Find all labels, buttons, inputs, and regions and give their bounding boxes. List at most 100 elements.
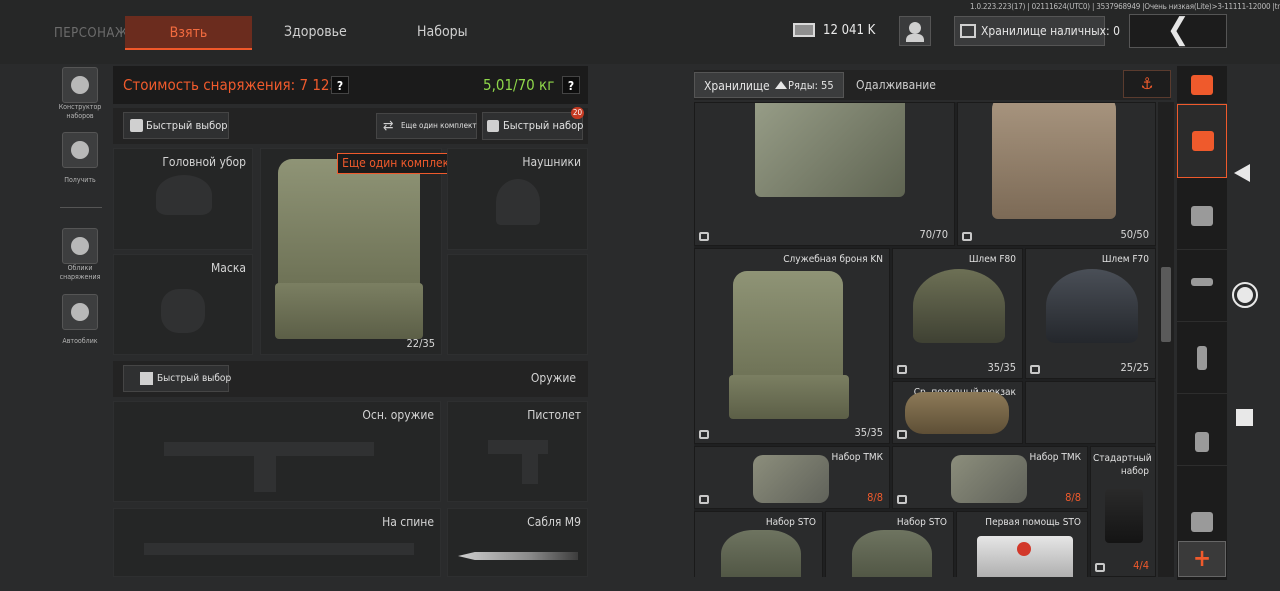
kit-builder-button[interactable] — [62, 67, 98, 103]
rifle-mag-placeholder — [254, 456, 276, 492]
quick-select-button[interactable]: Быстрый выбор — [123, 112, 229, 139]
storage-item[interactable]: 50/50 — [957, 102, 1156, 246]
rifle-placeholder-icon — [164, 442, 374, 456]
android-recents-icon[interactable] — [1236, 409, 1253, 426]
weapons-quick-select-button[interactable]: Быстрый выбор — [123, 365, 232, 392]
item-count: 35/35 — [987, 361, 1016, 374]
weapons-quick-select-label: Быстрый выбор — [157, 373, 232, 384]
item-image — [913, 269, 1005, 343]
category-all[interactable] — [1177, 66, 1227, 104]
storage-tab[interactable]: Хранилище Ряды: 55 — [694, 72, 844, 98]
slot-armor[interactable]: 22/35 — [260, 148, 442, 355]
slot-back-label: На спине — [382, 515, 434, 529]
category-weapons[interactable] — [1177, 252, 1227, 322]
gear-skins-label: Облики снаряжения — [59, 264, 101, 281]
auto-skin-label: Автооблик — [62, 337, 98, 345]
add-button[interactable]: + — [1178, 541, 1226, 577]
slot-headwear-label: Головной убор — [162, 155, 246, 169]
item-name: Шлем F80 — [968, 254, 1016, 265]
tab-take[interactable]: Взять — [125, 16, 252, 50]
item-box-icon — [897, 495, 907, 504]
item-image — [733, 271, 843, 383]
gear-skins-icon — [71, 237, 89, 255]
person-icon — [909, 22, 921, 34]
item-name: Набор STO — [765, 517, 816, 528]
sort-button[interactable]: ⚓ — [1123, 70, 1171, 98]
storage-item[interactable]: Шлем F70 25/25 — [1025, 248, 1156, 379]
weight-help-icon[interactable]: ? — [562, 76, 580, 94]
category-vest[interactable] — [1177, 180, 1227, 250]
armor-durability: 22/35 — [406, 337, 435, 350]
storage-item[interactable]: Служебная броня KN 35/35 — [694, 248, 890, 444]
category-ammo[interactable] — [1177, 324, 1227, 394]
another-kit-button[interactable]: ⇄ Еще один комплект — [376, 113, 477, 139]
storage-item[interactable]: Первая помощь STO — [956, 511, 1088, 577]
scroll-thumb[interactable] — [1161, 267, 1171, 342]
rifle-icon — [1191, 278, 1213, 286]
storage-item[interactable]: Шлем F80 35/35 — [892, 248, 1023, 379]
quick-kit-label: Быстрый набор — [503, 119, 584, 132]
category-medical[interactable] — [1177, 396, 1227, 466]
category-armor[interactable] — [1177, 104, 1227, 178]
android-back-icon[interactable] — [1234, 164, 1250, 182]
storage-scrollbar[interactable] — [1158, 102, 1174, 577]
slot-back[interactable]: На спине — [113, 508, 441, 577]
quick-kit-badge: 20 — [571, 107, 584, 119]
version-info: 1.0.223.223(17) | 02111624(UTC0) | 35379… — [970, 2, 1280, 11]
gear-skins-button[interactable] — [62, 228, 98, 264]
item-image-belt — [729, 375, 849, 419]
kit-builder-label: Конструктор наборов — [58, 103, 102, 120]
receive-button[interactable] — [62, 132, 98, 168]
storage-empty — [1025, 381, 1156, 444]
auto-skin-button[interactable] — [62, 294, 98, 330]
item-box-icon — [897, 365, 907, 374]
slot-primary-weapon[interactable]: Осн. оружие — [113, 401, 441, 502]
slot-mask[interactable]: Маска — [113, 254, 253, 355]
storage-item[interactable]: Стадартный набор 4/4 — [1090, 446, 1156, 577]
another-kit-tooltip: Еще один комплект. — [337, 153, 464, 174]
tab-kits[interactable]: Наборы — [417, 24, 468, 40]
item-image — [951, 455, 1027, 503]
item-image — [992, 103, 1116, 219]
item-image — [852, 530, 932, 577]
storage-header: Хранилище Ряды: 55 Одалживание — [694, 70, 1171, 100]
weapons-header: Быстрый выбор Оружие — [113, 361, 588, 397]
slot-melee[interactable]: Сабля М9 — [447, 508, 588, 577]
item-box-icon — [699, 430, 709, 439]
storage-item[interactable]: Набор ТМК 8/8 — [892, 446, 1088, 509]
magazine-icon — [1197, 346, 1207, 370]
storage-tab-label: Хранилище — [704, 79, 770, 93]
receive-icon — [71, 141, 89, 159]
item-box-icon — [699, 232, 709, 241]
category-misc[interactable] — [1177, 468, 1227, 538]
quick-select-label: Быстрый выбор — [146, 119, 228, 132]
storage-item[interactable]: Ср. походный рюкзак — [892, 381, 1023, 444]
storage-item[interactable]: 70/70 — [694, 102, 955, 246]
back-button[interactable]: ❮ — [1129, 14, 1227, 48]
tab-character[interactable]: ПЕРСОНАЖ — [54, 26, 128, 41]
slot-headwear[interactable]: Головной убор — [113, 148, 253, 250]
medical-cross-icon — [1017, 542, 1031, 556]
slot-pistol[interactable]: Пистолет — [447, 401, 588, 502]
kit-icon — [487, 120, 499, 132]
mask-placeholder-icon — [161, 289, 205, 333]
trader-button[interactable] — [899, 16, 931, 46]
another-kit-label: Еще один комплект — [401, 121, 477, 130]
storage-item[interactable]: Набор STO — [694, 511, 823, 577]
cash-storage-label: Хранилище наличных: 0 — [981, 24, 1120, 38]
helmet-placeholder-icon — [156, 175, 212, 215]
item-box-icon — [699, 495, 709, 504]
cash-storage-button[interactable]: Хранилище наличных: 0 — [954, 16, 1120, 46]
quick-kit-button[interactable]: Быстрый набор — [482, 112, 583, 140]
android-home-icon[interactable] — [1232, 282, 1258, 308]
money-icon — [793, 23, 815, 37]
headphones-placeholder-icon — [496, 179, 540, 225]
storage-item[interactable]: Набор ТМК 8/8 — [694, 446, 890, 509]
swap-icon: ⇄ — [383, 118, 394, 134]
storage-item[interactable]: Набор STO — [825, 511, 954, 577]
cost-help-icon[interactable]: ? — [331, 76, 349, 94]
slot-headphones[interactable]: Наушники — [447, 148, 588, 250]
item-count: 4/4 — [1133, 559, 1149, 572]
lending-tab[interactable]: Одалживание — [856, 78, 936, 92]
tab-health[interactable]: Здоровье — [284, 24, 347, 40]
